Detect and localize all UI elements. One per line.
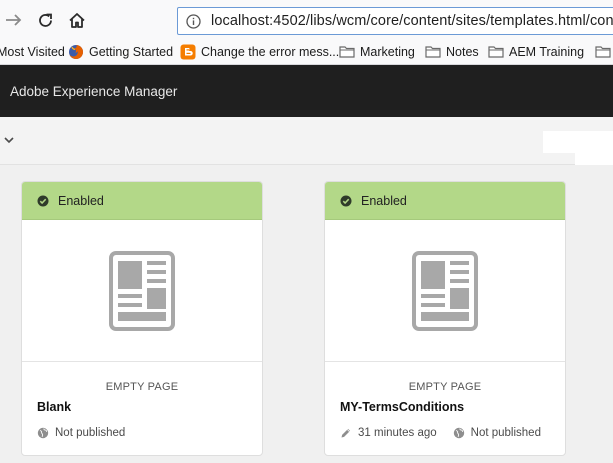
- blogger-icon: [180, 44, 196, 60]
- modified-time: 31 minutes ago: [358, 427, 437, 439]
- folder-icon: [488, 46, 504, 58]
- template-card-my-termsconditions[interactable]: Enabled EMPTY PAGE MY-TermsConditions 31…: [324, 181, 566, 456]
- template-title[interactable]: Blank: [37, 400, 71, 414]
- check-circle-icon: [37, 195, 49, 207]
- pencil-icon: [341, 428, 351, 438]
- status-badge: Enabled: [325, 182, 565, 220]
- globe-icon: [453, 427, 464, 439]
- bookmark-getting-started[interactable]: Getting Started: [68, 42, 173, 62]
- bookmark-marketing[interactable]: Marketing: [339, 42, 415, 62]
- status-badge: Enabled: [22, 182, 262, 220]
- chevron-down-icon[interactable]: [3, 135, 15, 145]
- home-icon: [69, 12, 85, 28]
- aem-header: Adobe Experience Manager: [0, 65, 613, 117]
- bookmark-most-visited[interactable]: Most Visited: [0, 42, 65, 62]
- info-icon[interactable]: [186, 14, 201, 29]
- template-meta: 31 minutes ago Not published: [340, 427, 541, 439]
- template-meta: Not published: [37, 427, 125, 439]
- status-label: Enabled: [361, 194, 407, 208]
- reload-button[interactable]: [33, 8, 57, 32]
- bookmark-label: Change the error mess...: [201, 45, 340, 59]
- action-bar-blank: [575, 153, 613, 165]
- bookmark-label: Most Visited: [0, 45, 65, 59]
- publish-status: Not published: [55, 427, 126, 439]
- template-type: EMPTY PAGE: [105, 381, 179, 393]
- address-bar[interactable]: localhost:4502/libs/wcm/core/content/sit…: [177, 7, 613, 35]
- folder-icon: [595, 46, 611, 58]
- bookmark-aem-training[interactable]: AEM Training: [488, 42, 584, 62]
- forward-button[interactable]: [2, 8, 26, 32]
- action-bar-blank: [543, 131, 613, 153]
- template-card-blank[interactable]: Enabled EMPTY PAGE Blank Not published: [21, 181, 263, 456]
- folder-icon: [339, 46, 355, 58]
- status-label: Enabled: [58, 194, 104, 208]
- template-title[interactable]: MY-TermsConditions: [340, 400, 464, 414]
- bookmarks-bar: Most Visited Getting Started Change the …: [0, 40, 613, 65]
- firefox-icon: [69, 45, 83, 59]
- bookmark-label: AEM Training: [509, 45, 585, 59]
- template-thumbnail[interactable]: [325, 220, 565, 362]
- template-thumbnail[interactable]: [22, 220, 262, 362]
- arrow-right-icon: [6, 14, 22, 26]
- reload-icon: [38, 13, 52, 27]
- page-icon: [412, 250, 478, 331]
- page-icon: [109, 250, 175, 331]
- bookmark-label: Marketing: [360, 45, 415, 59]
- publish-status: Not published: [470, 427, 541, 439]
- bookmark-overflow[interactable]: [595, 42, 613, 62]
- bookmark-label: Notes: [446, 45, 479, 59]
- globe-icon: [37, 427, 49, 439]
- home-button[interactable]: [65, 8, 89, 32]
- action-bar: [0, 117, 613, 165]
- url-text[interactable]: localhost:4502/libs/wcm/core/content/sit…: [211, 13, 613, 29]
- folder-icon: [425, 46, 441, 58]
- app-title[interactable]: Adobe Experience Manager: [10, 84, 177, 99]
- bookmark-change-error[interactable]: Change the error mess...: [180, 42, 339, 62]
- template-type: EMPTY PAGE: [408, 381, 482, 393]
- browser-toolbar: localhost:4502/libs/wcm/core/content/sit…: [0, 0, 613, 40]
- bookmark-label: Getting Started: [89, 45, 174, 59]
- bookmark-notes[interactable]: Notes: [425, 42, 479, 62]
- templates-grid: Enabled EMPTY PAGE Blank Not published E…: [0, 165, 613, 463]
- check-circle-icon: [340, 195, 352, 207]
